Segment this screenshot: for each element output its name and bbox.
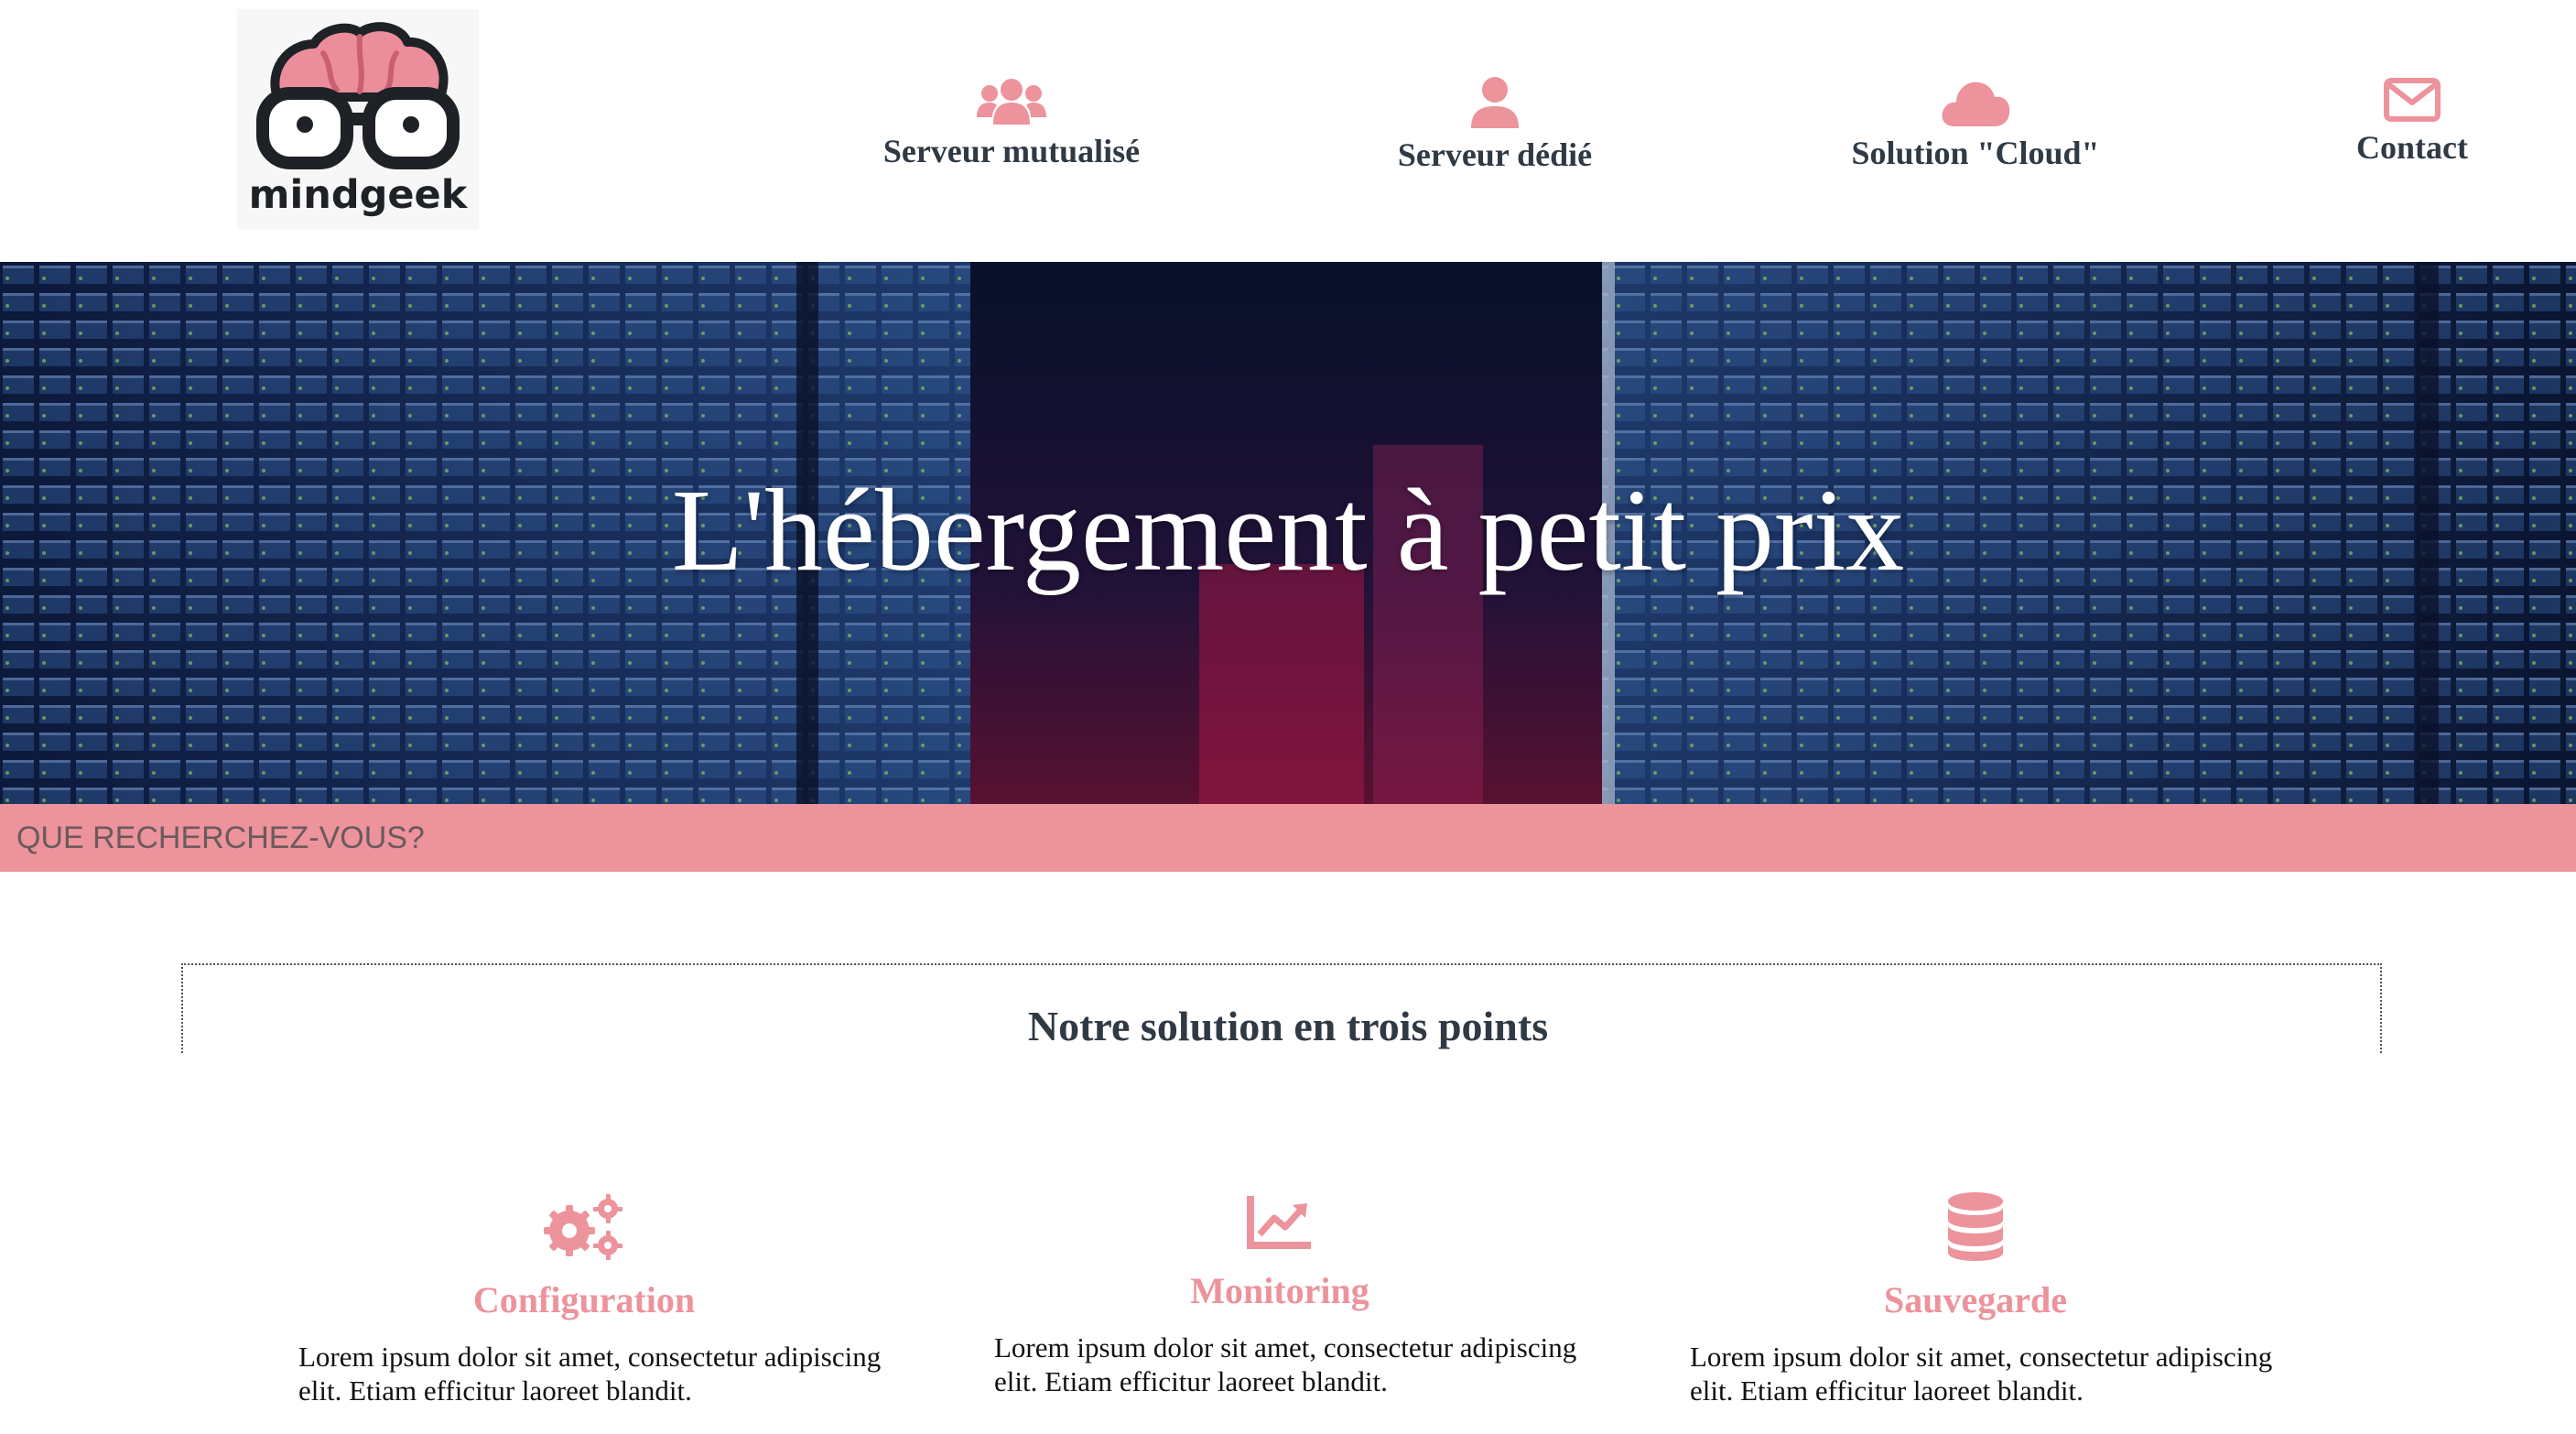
nav-contact[interactable]: Contact <box>2343 75 2481 167</box>
envelope-icon <box>2384 78 2441 122</box>
search-input[interactable] <box>0 804 2576 872</box>
hero-title: L'hébergement à petit prix <box>671 465 1905 595</box>
nav-label: Serveur dédié <box>1397 136 1593 173</box>
feature-text: Lorem ipsum dolor sit amet, consectetur … <box>994 1331 1577 1397</box>
feature-text: Lorem ipsum dolor sit amet, consectetur … <box>298 1341 882 1407</box>
nav-solution-cloud[interactable]: Solution "Cloud" <box>1840 75 2111 172</box>
chart-line-icon <box>1247 1196 1311 1249</box>
logo-text: mindgeek <box>248 172 468 218</box>
logo[interactable]: mindgeek <box>237 9 479 229</box>
nav-label: Serveur mutualisé <box>882 133 1141 169</box>
database-icon <box>1948 1192 2003 1261</box>
feature-sauvegarde: Sauvegarde Lorem ipsum dolor sit amet, c… <box>1655 1192 2296 1407</box>
nav-label: Solution "Cloud" <box>1851 135 2100 171</box>
feature-title: Sauvegarde <box>1884 1279 2067 1320</box>
nav-serveur-mutualise[interactable]: Serveur mutualisé <box>860 75 1163 170</box>
feature-monitoring: Monitoring Lorem ipsum dolor sit amet, c… <box>959 1192 1600 1398</box>
site-header: mindgeek Serveur mutualisé Serveur dédié… <box>0 0 2576 262</box>
cogs-icon <box>544 1194 622 1260</box>
hero-banner: L'hébergement à petit prix <box>0 262 2576 804</box>
section-title: Notre solution en trois points <box>1027 1003 1549 1049</box>
feature-text: Lorem ipsum dolor sit amet, consectetur … <box>1690 1341 2273 1407</box>
brain-glasses-icon <box>256 22 460 169</box>
cloud-icon <box>1942 81 2010 126</box>
nav-label: Contact <box>2356 129 2468 166</box>
search-bar <box>0 804 2576 872</box>
nav-serveur-dedie[interactable]: Serveur dédié <box>1373 75 1617 174</box>
feature-title: Configuration <box>472 1279 696 1320</box>
feature-title: Monitoring <box>1190 1270 1369 1311</box>
user-icon <box>1471 77 1519 128</box>
feature-configuration: Configuration Lorem ipsum dolor sit amet… <box>264 1192 904 1407</box>
users-icon <box>977 79 1046 125</box>
